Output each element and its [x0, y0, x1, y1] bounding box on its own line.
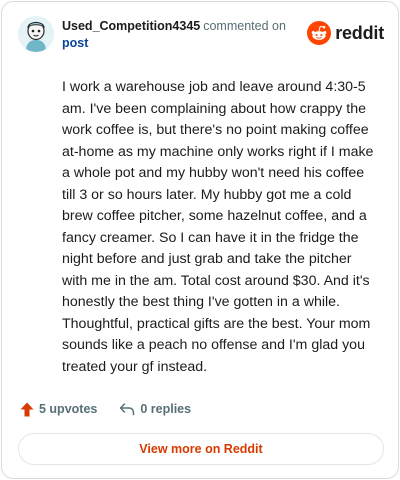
upvotes-label: 5 upvotes [39, 402, 98, 416]
reddit-wordmark: reddit [335, 22, 384, 43]
replies-label: 0 replies [140, 402, 192, 416]
view-more-button[interactable]: View more on Reddit [18, 433, 384, 465]
comment-body: I work a warehouse job and leave around … [62, 79, 374, 375]
reply-arrow-icon [120, 403, 135, 416]
author-line: Used_Competition4345 commented on [62, 19, 286, 34]
reddit-brand[interactable]: reddit [307, 20, 384, 46]
upvote-arrow-icon [20, 402, 34, 416]
upvotes-stat[interactable]: 5 upvotes [20, 402, 97, 417]
embedded-comment-card: Used_Competition4345 commented on post re… [1, 1, 399, 479]
post-link[interactable]: post [62, 36, 88, 51]
avatar-icon [18, 16, 54, 52]
action-text: commented on [203, 19, 286, 33]
author-name[interactable]: Used_Competition4345 [62, 19, 200, 33]
reddit-logo-icon [307, 21, 332, 45]
replies-stat[interactable]: 0 replies [119, 402, 191, 416]
comment-header: Used_Competition4345 commented on post re… [18, 16, 384, 56]
user-avatar[interactable] [18, 16, 54, 52]
comment-stats: 5 upvotes 0 replies [20, 399, 191, 419]
